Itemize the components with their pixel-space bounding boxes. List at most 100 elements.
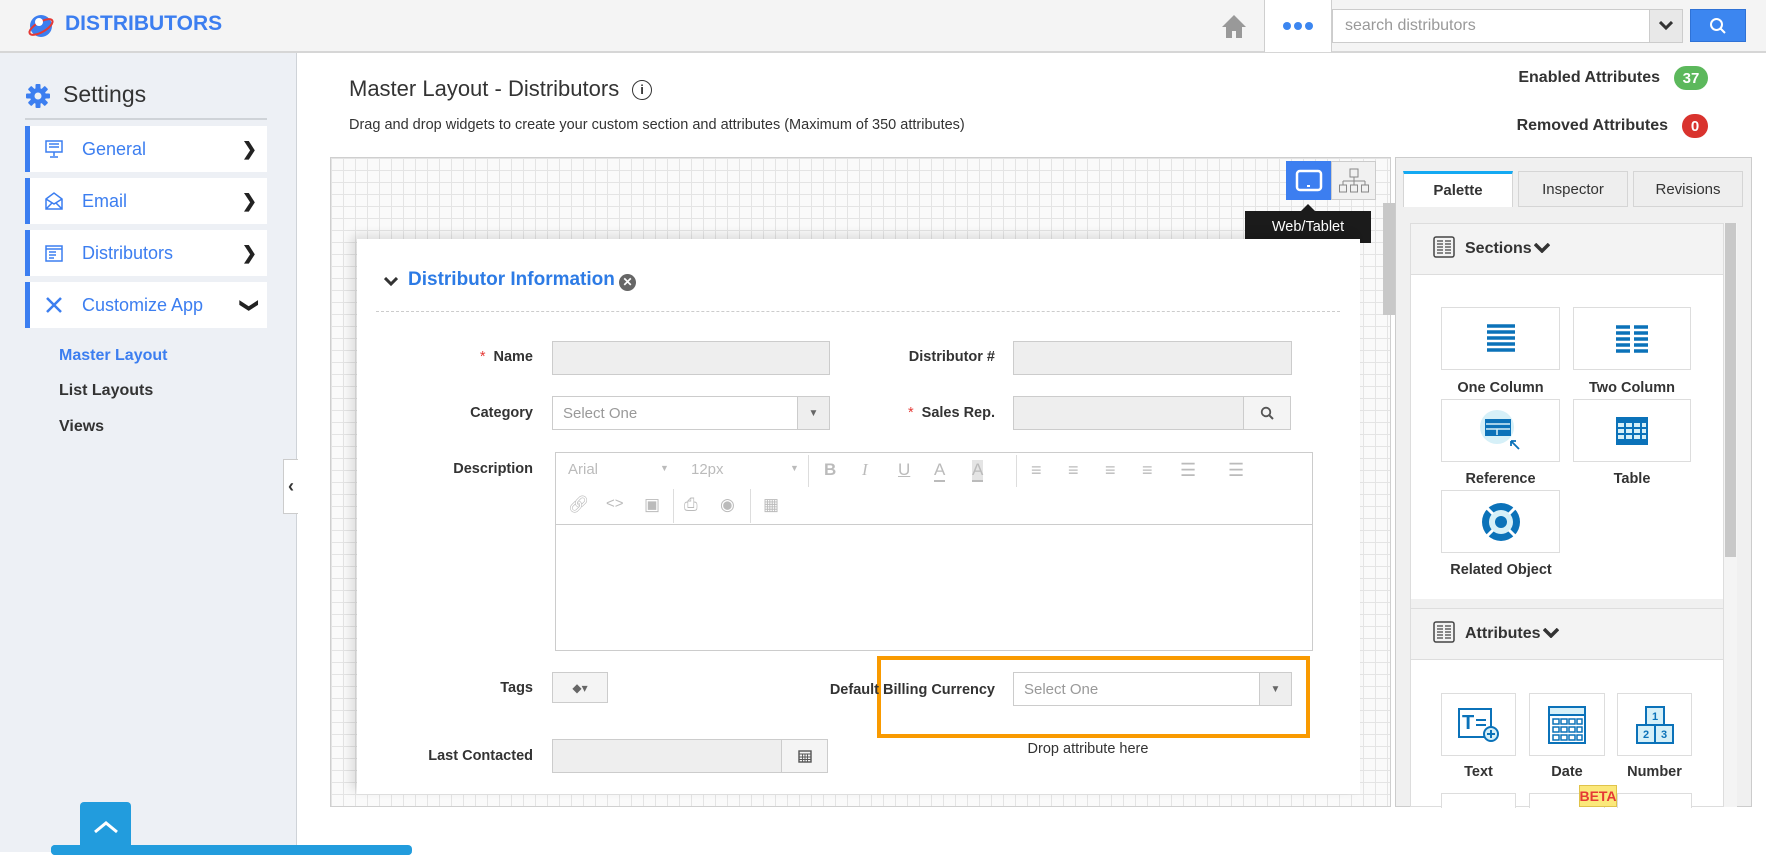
two-column-icon: [1616, 324, 1648, 353]
font-size-select[interactable]: 12px: [691, 461, 724, 478]
one-column-widget[interactable]: [1441, 307, 1560, 370]
numbered-list-icon[interactable]: ☰: [1228, 460, 1244, 481]
field-label-name: * Name: [479, 349, 533, 365]
name-input[interactable]: [552, 341, 830, 375]
table-widget[interactable]: [1573, 399, 1691, 462]
currency-select[interactable]: Select One: [1013, 672, 1260, 706]
search-input[interactable]: search distributors: [1332, 9, 1650, 43]
chevron-right-icon: ❯: [241, 190, 257, 211]
related-object-widget[interactable]: [1441, 490, 1560, 553]
web-tablet-view-button[interactable]: [1286, 161, 1331, 200]
link-icon[interactable]: 🔗︎: [568, 495, 590, 515]
sidebar-item-distributors[interactable]: Distributors ❯: [25, 230, 267, 276]
remove-section-icon[interactable]: ✕: [619, 274, 636, 291]
bullet-list-icon[interactable]: ☰: [1180, 460, 1196, 481]
top-bar: DISTRIBUTORS search distributors: [0, 0, 1766, 53]
distributor-number-input[interactable]: [1013, 341, 1292, 375]
chevron-down-icon: [1542, 625, 1559, 643]
tab-revisions[interactable]: Revisions: [1633, 171, 1743, 207]
removed-attributes-badge: 0: [1682, 114, 1708, 138]
image-icon[interactable]: ▣: [644, 495, 660, 515]
print-icon[interactable]: ⎙: [684, 495, 698, 515]
underline-icon[interactable]: U: [898, 460, 910, 480]
bottom-bar: [51, 845, 412, 855]
font-color-icon[interactable]: A: [934, 460, 946, 482]
date-attribute-widget[interactable]: [1529, 693, 1605, 756]
hierarchy-view-button[interactable]: [1331, 161, 1376, 200]
search-dropdown-button[interactable]: [1649, 9, 1683, 43]
date-icon: [1548, 705, 1586, 744]
subnav-views[interactable]: Views: [59, 418, 104, 436]
reference-icon: [1479, 409, 1520, 450]
sidebar-item-general[interactable]: General ❯: [25, 126, 267, 172]
search-button[interactable]: [1690, 9, 1746, 42]
more-button[interactable]: [1265, 0, 1331, 52]
chevron-right-icon: ❯: [241, 242, 257, 263]
field-label-description: Description: [453, 461, 533, 477]
justify-icon[interactable]: ≡: [1142, 460, 1153, 481]
font-family-select[interactable]: Arial: [568, 461, 598, 478]
chevron-down-icon[interactable]: [383, 274, 399, 292]
subnav-list-layouts[interactable]: List Layouts: [59, 382, 153, 400]
info-icon[interactable]: i: [632, 80, 652, 100]
divider: [25, 118, 267, 120]
field-label-tags: Tags: [500, 680, 533, 696]
sidebar-item-email[interactable]: Email ❯: [25, 178, 267, 224]
search-icon: [1710, 17, 1726, 34]
monitor-icon: [44, 139, 70, 159]
calendar-button[interactable]: [781, 739, 828, 773]
sections-header[interactable]: Sections: [1411, 224, 1723, 275]
currency-dropdown-arrow[interactable]: ▼: [1259, 672, 1292, 706]
two-column-widget[interactable]: [1573, 307, 1691, 370]
sales-rep-input[interactable]: [1013, 396, 1244, 430]
divider: [376, 311, 1340, 312]
number-icon: 12 3: [1635, 705, 1674, 744]
description-editor[interactable]: Arial ▼ 12px ▼ B I U A A ≡ ≡ ≡ ≡ ☰ ☰ 🔗︎ …: [555, 452, 1313, 651]
widget-label: Table: [1613, 471, 1651, 487]
subnav-master-layout[interactable]: Master Layout: [59, 347, 167, 365]
canvas-scrollbar[interactable]: [1383, 203, 1395, 315]
reference-widget[interactable]: [1441, 399, 1560, 462]
align-right-icon[interactable]: ≡: [1105, 460, 1116, 481]
preview-eye-icon[interactable]: ◉: [720, 495, 735, 515]
bold-icon[interactable]: B: [824, 460, 836, 480]
align-center-icon[interactable]: ≡: [1068, 460, 1079, 481]
last-contacted-input[interactable]: [552, 739, 782, 773]
chevron-down-icon: [1659, 21, 1673, 31]
divider: [808, 455, 809, 487]
sidebar-item-label: Email: [82, 190, 128, 211]
highlight-color-icon[interactable]: A: [972, 460, 984, 482]
svg-text:T: T: [1462, 712, 1474, 734]
tab-inspector[interactable]: Inspector: [1518, 171, 1628, 207]
enabled-attributes-label: Enabled Attributes: [1518, 69, 1660, 86]
italic-icon[interactable]: I: [862, 460, 868, 480]
sales-rep-search-button[interactable]: [1243, 396, 1291, 430]
home-icon[interactable]: [1220, 12, 1248, 45]
gear-icon: [25, 83, 51, 114]
divider: [1016, 455, 1017, 487]
one-column-icon: [1486, 323, 1515, 352]
removed-attributes-label: Removed Attributes: [1516, 117, 1668, 134]
section-title[interactable]: Distributor Information: [408, 269, 615, 291]
number-attribute-widget[interactable]: 123: [1617, 693, 1692, 756]
divider: [1411, 599, 1723, 608]
columns-icon: [1433, 235, 1455, 263]
widget-label: One Column: [1457, 380, 1544, 396]
form-icon: [44, 243, 70, 263]
sidebar-item-customize-app[interactable]: Customize App ❯: [25, 282, 267, 328]
code-icon[interactable]: <>: [606, 495, 624, 512]
app-title[interactable]: DISTRIBUTORS: [65, 12, 222, 36]
collapse-sidebar-button[interactable]: ‹: [283, 459, 298, 514]
attributes-header[interactable]: Attributes: [1411, 608, 1723, 660]
sections-header-label: Sections: [1465, 240, 1532, 257]
field-label-category: Category: [470, 405, 533, 421]
text-attribute-widget[interactable]: T: [1441, 693, 1516, 756]
tab-palette[interactable]: Palette: [1403, 171, 1513, 207]
table-icon[interactable]: ▦: [763, 495, 779, 515]
sidebar: [0, 53, 297, 852]
align-left-icon[interactable]: ≡: [1031, 460, 1042, 481]
tags-button[interactable]: ◆▾: [552, 672, 608, 703]
chevron-down-icon: ❯: [239, 297, 260, 313]
category-select[interactable]: Select One: [552, 396, 798, 430]
palette-scrollbar-thumb[interactable]: [1725, 223, 1736, 557]
